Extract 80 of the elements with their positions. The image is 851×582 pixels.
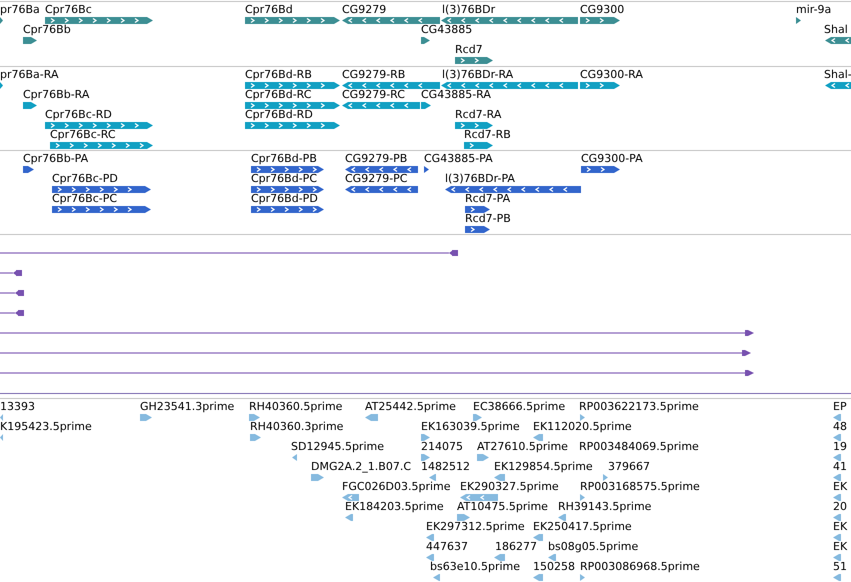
feature-label: Cpr76Bd-RC bbox=[245, 88, 312, 101]
feature-label: Cpr76Bc-PD bbox=[52, 172, 118, 185]
feature-label: 150258 bbox=[533, 560, 575, 573]
feature-label: Cpr76Bb-PA bbox=[23, 152, 88, 165]
feature-label: CG9279-RC bbox=[342, 88, 405, 101]
feature-label: 19 bbox=[833, 440, 847, 453]
feature-label: FGC026D03.5prime bbox=[342, 480, 451, 493]
feature-label: EK250417.5prime bbox=[533, 520, 632, 533]
feature-label: 214075 bbox=[421, 440, 463, 453]
feature-label: EC38666.5prime bbox=[473, 400, 566, 413]
feature-label: CG9279-PB bbox=[345, 152, 408, 165]
feature-label: Rcd7-PA bbox=[465, 192, 510, 205]
feature-label: bs63e10.5prime bbox=[430, 560, 520, 573]
feature-label: Rcd7 bbox=[455, 43, 483, 56]
feature-label: 1482512 bbox=[421, 460, 470, 473]
feature-label: EK bbox=[833, 540, 848, 553]
feature-label: Cpr76Bc-RC bbox=[50, 128, 116, 141]
feature-label: CG9279-PC bbox=[345, 172, 408, 185]
feature-label: pr76Ba-RA bbox=[0, 68, 58, 81]
feature-label: Cpr76Bd-PD bbox=[251, 192, 318, 205]
feature-label: pr76Ba bbox=[0, 3, 40, 16]
feature-label: CG43885-RA bbox=[421, 88, 491, 101]
feature-label: 20 bbox=[833, 500, 847, 513]
feature-label: DMG2A.2_1.B07.C bbox=[311, 460, 412, 473]
feature-label: Shal- bbox=[824, 68, 851, 81]
feature-label: EK bbox=[833, 480, 848, 493]
feature-label: Rcd7-RA bbox=[455, 108, 502, 121]
feature-label: Cpr76Bd-RB bbox=[245, 68, 312, 81]
feature-label: CG9300-RA bbox=[580, 68, 643, 81]
feature-label: 41 bbox=[833, 460, 847, 473]
feature-label: 48 bbox=[833, 420, 847, 433]
feature-label: RP003484069.5prime bbox=[579, 440, 699, 453]
feature-label: Cpr76Bc-RD bbox=[45, 108, 112, 121]
feature-label: EK129854.5prime bbox=[494, 460, 593, 473]
feature-label: EK290327.5prime bbox=[460, 480, 559, 493]
feature-label: Cpr76Bd-PB bbox=[251, 152, 317, 165]
feature-label: GH23541.3prime bbox=[140, 400, 234, 413]
feature-label: RH40360.5prime bbox=[249, 400, 342, 413]
feature-label: CG43885-PA bbox=[424, 152, 493, 165]
feature-label: SD12945.5prime bbox=[291, 440, 384, 453]
feature-label: Cpr76Bb-RA bbox=[23, 88, 90, 101]
feature-label: K195423.5prime bbox=[0, 420, 92, 433]
feature-label: AT27610.5prime bbox=[477, 440, 568, 453]
feature-label: bs08g05.5prime bbox=[548, 540, 638, 553]
feature-label: AT10475.5prime bbox=[457, 500, 548, 513]
feature-label: EK bbox=[833, 520, 848, 533]
feature-label: EK163039.5prime bbox=[421, 420, 520, 433]
feature-label: RH40360.3prime bbox=[250, 420, 344, 433]
feature-label: Cpr76Bc bbox=[45, 3, 92, 16]
feature-label: Cpr76Bb bbox=[23, 23, 71, 36]
feature-label: Cpr76Bd bbox=[245, 3, 293, 16]
feature-label: 51 bbox=[833, 560, 847, 573]
feature-label: 379667 bbox=[608, 460, 650, 473]
feature-label: l(3)76BDr bbox=[442, 3, 496, 16]
feature-label: EK297312.5prime bbox=[426, 520, 525, 533]
feature-label: RP003622173.5prime bbox=[579, 400, 699, 413]
feature-label: CG9300 bbox=[580, 3, 624, 16]
feature-label: l(3)76BDr-RA bbox=[442, 68, 514, 81]
feature-label: CG9279 bbox=[342, 3, 386, 16]
feature-label: l(3)76BDr-PA bbox=[445, 172, 515, 185]
feature-label: Cpr76Bd-RD bbox=[245, 108, 313, 121]
feature-label: RP003086968.5prime bbox=[580, 560, 700, 573]
feature-label: AT25442.5prime bbox=[365, 400, 456, 413]
feature-label: mir-9a bbox=[796, 3, 832, 16]
feature-label: 447637 bbox=[426, 540, 468, 553]
feature-label: 13393 bbox=[0, 400, 35, 413]
feature-label: EK112020.5prime bbox=[533, 420, 632, 433]
feature-label: EP bbox=[833, 400, 847, 413]
feature-label: CG9300-PA bbox=[581, 152, 643, 165]
feature-label: Cpr76Bd-PC bbox=[251, 172, 317, 185]
feature-label: Cpr76Bc-PC bbox=[52, 192, 118, 205]
feature-label: EK184203.5prime bbox=[345, 500, 444, 513]
feature-label: CG9279-RB bbox=[342, 68, 406, 81]
feature-label: 186277 bbox=[495, 540, 537, 553]
feature-label: RH39143.5prime bbox=[558, 500, 652, 513]
feature-label: Rcd7-RB bbox=[464, 128, 511, 141]
feature-label: CG43885 bbox=[421, 23, 472, 36]
feature-label: RP003168575.5prime bbox=[580, 480, 700, 493]
feature-label: Rcd7-PB bbox=[465, 212, 511, 225]
feature-label: Shal bbox=[824, 23, 848, 36]
